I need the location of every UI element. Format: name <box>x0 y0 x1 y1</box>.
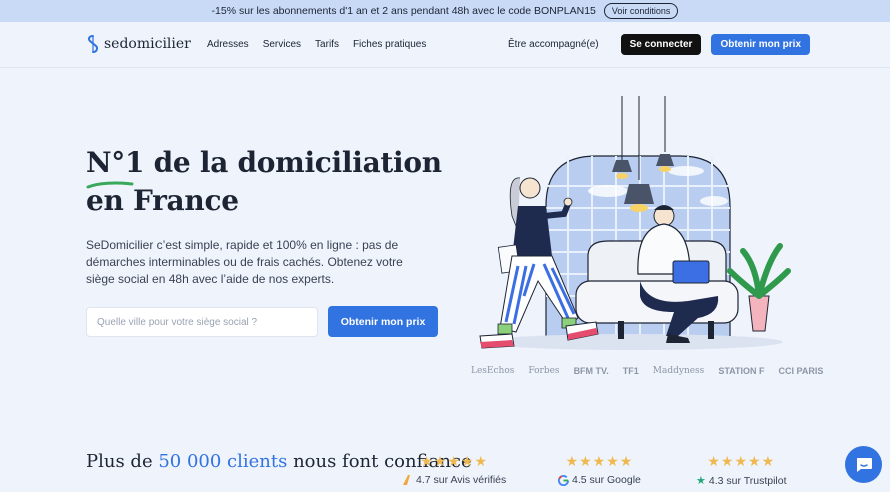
clients-heading-prefix: Plus de <box>86 451 159 472</box>
press-logo-lesechos: LesEchos <box>471 366 515 376</box>
site-header: sedomicilier Adresses Services Tarifs Fi… <box>0 22 890 68</box>
press-logo-cciparis: CCI PARIS <box>778 366 824 376</box>
promo-bar: -15% sur les abonnements d'1 an et 2 ans… <box>0 0 890 22</box>
rating-stars: ★★★★★ <box>420 453 489 469</box>
main-nav: Adresses Services Tarifs Fiches pratique… <box>207 39 426 50</box>
chat-bubble-icon <box>856 458 872 472</box>
accompany-link[interactable]: Être accompagné(e) <box>508 39 599 50</box>
login-button[interactable]: Se connecter <box>620 34 702 55</box>
press-logo-maddyness: Maddyness <box>652 366 705 376</box>
rating-google: ★★★★★ 4.5 sur Google <box>558 453 641 486</box>
city-search-input[interactable] <box>86 307 318 337</box>
header-actions: Être accompagné(e) Se connecter Obtenir … <box>508 34 810 55</box>
rating-text: 4.3 sur Trustpilot <box>708 474 787 487</box>
hero-cta-button[interactable]: Obtenir mon prix <box>328 306 438 337</box>
hero-title-line-1: N°1 de la domiciliation <box>86 146 442 179</box>
chat-button[interactable] <box>845 446 882 483</box>
press-logo-stationf: STATION F <box>718 366 765 376</box>
press-logo-bfmtv: BFM TV. <box>573 366 609 376</box>
logo-text: sedomicilier <box>104 36 191 52</box>
rating-stars: ★★★★★ <box>565 453 634 469</box>
nav-item-tarifs[interactable]: Tarifs <box>315 39 339 50</box>
title-underline-decoration <box>86 181 134 189</box>
rating-stars: ★★★★★ <box>707 453 776 469</box>
header-cta-button[interactable]: Obtenir mon prix <box>711 34 810 55</box>
logo-icon <box>88 35 98 53</box>
rating-trustpilot: ★★★★★ ★ 4.3 sur Trustpilot <box>696 453 787 487</box>
hero-title: N°1 de la domiciliation en France <box>86 144 442 220</box>
clients-count: 50 000 clients <box>158 451 288 472</box>
view-conditions-button[interactable]: Voir conditions <box>603 3 679 19</box>
trustpilot-star-icon: ★ <box>696 475 706 487</box>
press-logo-tf1: TF1 <box>622 366 639 376</box>
rating-text: 4.5 sur Google <box>572 474 641 486</box>
nav-item-fiches-pratiques[interactable]: Fiches pratiques <box>353 39 426 50</box>
hero-title-line-2: en France <box>86 184 239 217</box>
hero-description: SeDomicilier c’est simple, rapide et 100… <box>86 238 403 286</box>
logo[interactable]: sedomicilier <box>86 35 191 53</box>
rating-text: 4.7 sur Avis vérifiés <box>416 474 507 486</box>
avis-verifies-icon <box>403 475 410 485</box>
google-icon <box>558 474 569 486</box>
rating-avis-verifies: ★★★★★ 4.7 sur Avis vérifiés <box>402 453 506 486</box>
nav-item-adresses[interactable]: Adresses <box>207 39 249 50</box>
nav-item-services[interactable]: Services <box>263 39 301 50</box>
hero-illustration <box>479 96 791 350</box>
press-logos: LesEchos Forbes BFM TV. TF1 Maddyness ST… <box>471 366 823 376</box>
promo-text: -15% sur les abonnements d'1 an et 2 ans… <box>211 5 596 17</box>
press-logo-forbes: Forbes <box>528 366 560 376</box>
